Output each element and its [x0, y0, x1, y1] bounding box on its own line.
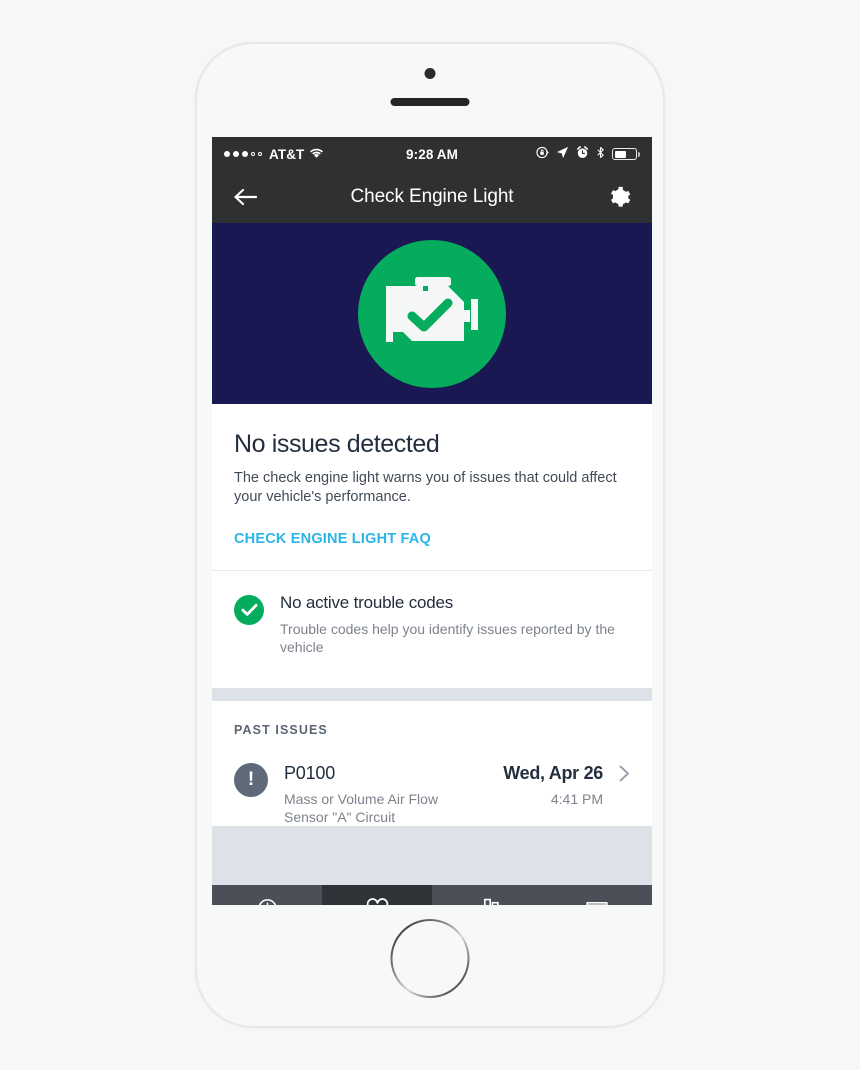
status-bar: AT&T 9:28 AM [212, 137, 652, 171]
chevron-right-icon[interactable] [619, 765, 630, 788]
trouble-codes-row: No active trouble codes Trouble codes he… [212, 571, 652, 688]
rotation-lock-icon [536, 146, 549, 162]
carrier-label: AT&T [269, 146, 305, 162]
clock-icon [257, 896, 278, 905]
past-issue-time: 4:41 PM [550, 791, 603, 807]
page-title: Check Engine Light [350, 186, 514, 207]
bluetooth-icon [596, 146, 605, 162]
bar-chart-icon [476, 896, 499, 905]
earpiece-speaker [390, 98, 470, 106]
location-arrow-icon [556, 146, 569, 162]
alert-exclamation-icon: ! [234, 763, 268, 797]
trouble-codes-description: Trouble codes help you identify issues r… [280, 621, 615, 655]
front-camera-icon [424, 68, 436, 79]
summary-title: No issues detected [234, 430, 440, 458]
phone-screen: AT&T 9:28 AM Check Engine Light No issue… [212, 137, 652, 905]
alarm-clock-icon [576, 146, 589, 162]
home-button[interactable] [391, 919, 470, 998]
check-circle-icon [234, 595, 264, 625]
wifi-icon [309, 147, 324, 162]
glovebox-icon [585, 896, 609, 905]
hero-banner [212, 223, 652, 404]
check-engine-light-faq-link[interactable]: CHECK ENGINE LIGHT FAQ [234, 531, 431, 547]
bottom-tab-bar: Timeline Health Insigh [212, 885, 652, 905]
card-gap [212, 688, 652, 701]
signal-strength-icon [224, 151, 262, 157]
past-issues-card: PAST ISSUES ! P0100 Wed, Apr 26 Mass or … [212, 701, 652, 826]
summary-card: No issues detected The check engine ligh… [212, 404, 652, 688]
phone-device-frame: AT&T 9:28 AM Check Engine Light No issue… [195, 42, 665, 1028]
content-scroll-area[interactable]: No issues detected The check engine ligh… [212, 404, 652, 885]
check-engine-ok-icon [358, 239, 506, 388]
navigation-bar: Check Engine Light [212, 171, 652, 223]
tab-glovebox[interactable]: Glovebox [542, 885, 652, 905]
past-issue-list-item[interactable]: ! P0100 Wed, Apr 26 Mass or Volume Air F… [234, 763, 630, 826]
summary-description: The check engine light warns you of issu… [234, 470, 617, 505]
past-issue-date: Wed, Apr 26 [503, 763, 603, 783]
heart-icon [366, 896, 389, 905]
tab-insights[interactable]: Insights [432, 885, 542, 905]
tab-timeline[interactable]: Timeline [212, 885, 322, 905]
past-issues-header: PAST ISSUES [234, 723, 328, 737]
trouble-codes-title: No active trouble codes [280, 593, 454, 612]
past-issue-code: P0100 [284, 763, 336, 783]
back-arrow-icon[interactable] [228, 188, 262, 206]
tab-health[interactable]: Health [322, 885, 432, 905]
battery-icon [612, 148, 640, 160]
gear-icon[interactable] [602, 186, 636, 209]
past-issue-description: Mass or Volume Air Flow Sensor "A" Circu… [284, 791, 439, 825]
status-bar-time: 9:28 AM [406, 146, 458, 162]
